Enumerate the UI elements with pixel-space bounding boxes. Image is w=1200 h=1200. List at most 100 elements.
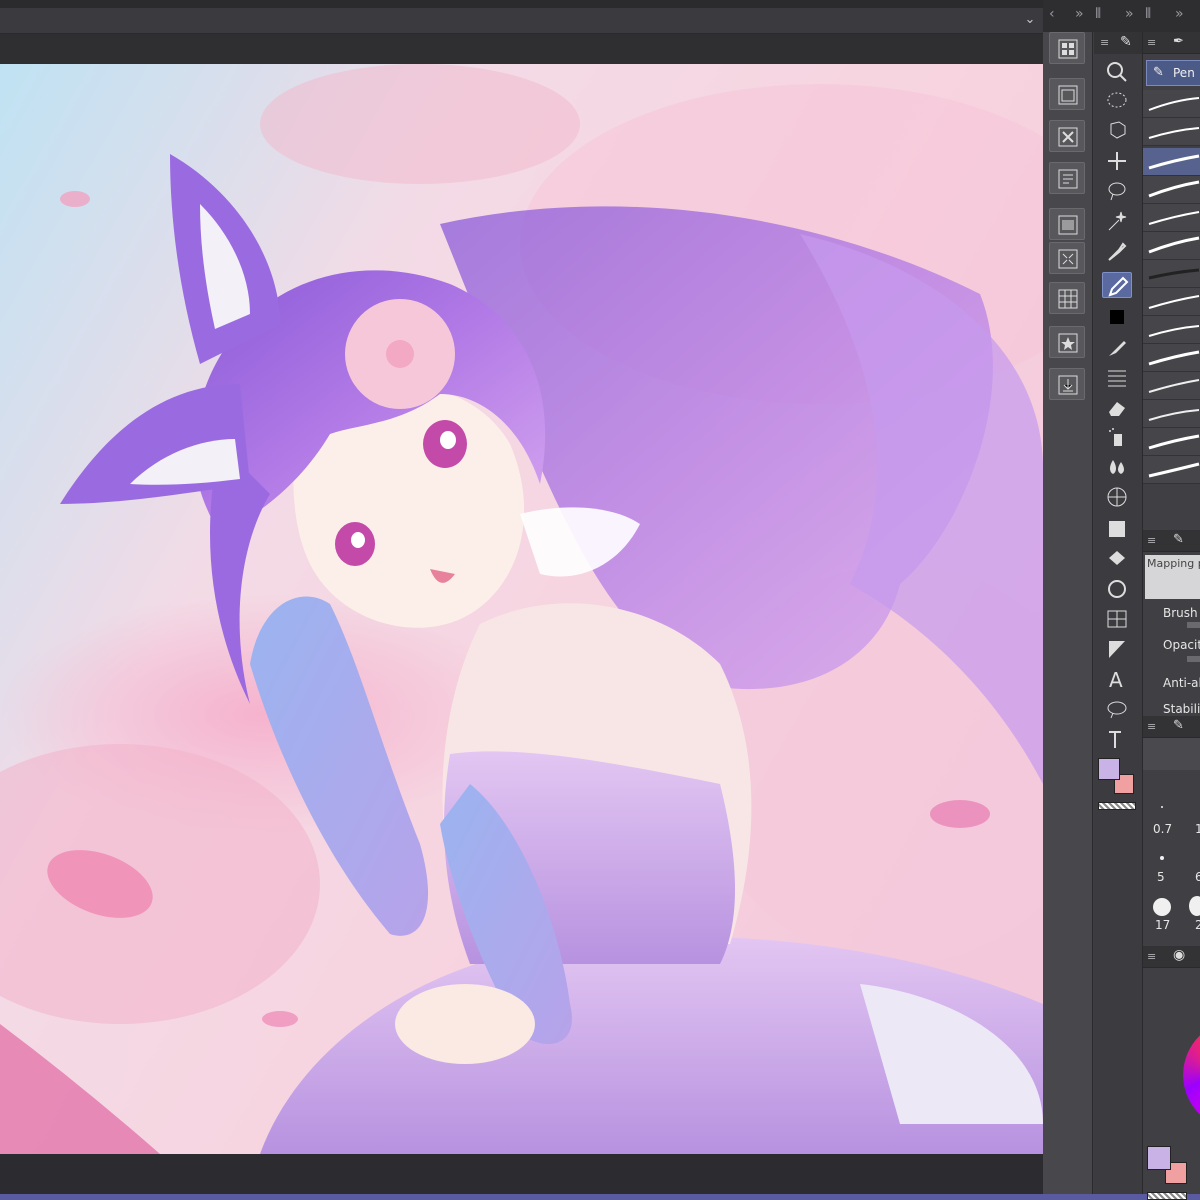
resize-icon[interactable] — [1049, 242, 1085, 274]
brush-size-slider[interactable] — [1187, 622, 1200, 628]
close-icon[interactable] — [1049, 120, 1085, 152]
title-strip — [0, 0, 1043, 8]
size-label-5: 5 — [1157, 870, 1165, 884]
perspective-icon[interactable] — [1102, 484, 1132, 510]
mapping-label: Mapping p — [1147, 557, 1200, 570]
brush-preset-1[interactable] — [1143, 90, 1200, 118]
balloon-icon[interactable] — [1102, 696, 1132, 722]
color-wheel[interactable] — [1183, 1020, 1200, 1130]
canvas-top-bar — [0, 34, 1043, 64]
stabilization-label: Stabiliz — [1163, 702, 1200, 716]
grid-icon[interactable] — [1049, 282, 1085, 314]
menu-icon[interactable]: ≡ — [1147, 36, 1156, 49]
menu-icon[interactable]: ≡ — [1147, 534, 1156, 547]
size-label-2: 2 — [1195, 918, 1200, 932]
size-label-17: 17 — [1155, 918, 1171, 932]
command-bar — [1043, 32, 1093, 1194]
canvas-tab-header: ⌄ — [0, 8, 1043, 34]
brush-size-label: Brush — [1163, 606, 1198, 620]
size-label-6: 6 — [1195, 870, 1200, 884]
pen-icon[interactable] — [1102, 272, 1132, 298]
brush-icon: ✎ — [1120, 34, 1132, 50]
size-label-1: 1 — [1195, 822, 1200, 836]
brush-preset-11[interactable] — [1143, 372, 1200, 400]
sub-tool-tab-label: Pen — [1173, 66, 1195, 80]
brush-preset-7[interactable] — [1143, 260, 1200, 288]
brush-preset-2[interactable] — [1143, 118, 1200, 146]
wrench-icon: ✎ — [1173, 532, 1184, 547]
chevron-down-icon[interactable]: ⌄ — [1021, 11, 1039, 29]
clip-studio-window: ⌄ ‹ » ⦀ » ⦀ » ≡ ✎ A ≡ ✒ ✎ Pen ≡ ✎ Mappin… — [0, 0, 1200, 1200]
brush-icon[interactable] — [1102, 334, 1132, 360]
double-chevron-right-icon[interactable]: » — [1175, 6, 1184, 22]
size-dot-0-7[interactable] — [1161, 806, 1163, 808]
pen-icon: ✎ — [1173, 718, 1184, 733]
open-icon[interactable] — [1049, 78, 1085, 110]
transparent-color-chip[interactable] — [1098, 802, 1136, 810]
color-icon[interactable] — [1102, 304, 1132, 330]
line-icon[interactable] — [1102, 364, 1132, 390]
object-icon[interactable] — [1102, 118, 1132, 144]
size-label-0-7: 0.7 — [1153, 822, 1173, 836]
sub-tool-panels: ≡ ✒ ✎ Pen ≡ ✎ Mapping p Brush Opacit Ant… — [1142, 32, 1200, 1200]
fill-icon[interactable] — [1102, 546, 1132, 572]
double-chevron-right-icon[interactable]: » — [1125, 6, 1134, 22]
ruler-icon[interactable] — [1102, 636, 1132, 662]
sub-tool-tab-pen[interactable]: ✎ Pen — [1146, 60, 1200, 86]
canvas-area[interactable] — [0, 64, 1043, 1154]
opacity-label: Opacit — [1163, 638, 1200, 652]
sub-tool-header: ≡ ✒ — [1143, 32, 1200, 54]
favorite-icon[interactable] — [1049, 326, 1085, 358]
frame-icon[interactable] — [1102, 606, 1132, 632]
brush-preset-5[interactable] — [1143, 204, 1200, 232]
pen-group-icon: ✒ — [1173, 34, 1184, 49]
text-icon[interactable]: A — [1102, 666, 1132, 692]
pen-icon: ✎ — [1153, 65, 1164, 80]
brush-preset-9[interactable] — [1143, 316, 1200, 344]
eraser-icon[interactable] — [1102, 394, 1132, 420]
dock-header: ‹ » ⦀ » ⦀ » — [1043, 0, 1200, 32]
brush-preset-13[interactable] — [1143, 428, 1200, 456]
anti-alias-label: Anti-ali — [1163, 676, 1200, 690]
blend-icon[interactable] — [1102, 454, 1132, 480]
new-icon[interactable] — [1049, 32, 1085, 64]
brush-preset-14[interactable] — [1143, 456, 1200, 484]
main-color-swatch[interactable] — [1147, 1146, 1171, 1170]
layer-icon[interactable] — [1049, 208, 1085, 240]
brush-preset-10[interactable] — [1143, 344, 1200, 372]
mapping-preview[interactable]: Mapping p — [1145, 555, 1200, 599]
grip-icon: ⦀ — [1095, 6, 1102, 22]
grip-icon: ⦀ — [1145, 6, 1152, 22]
lasso-select-icon[interactable] — [1102, 88, 1132, 114]
size-dot-17[interactable] — [1153, 898, 1171, 916]
brush-preset-12[interactable] — [1143, 400, 1200, 428]
main-color-swatch[interactable] — [1098, 758, 1120, 780]
brush-preset-4[interactable] — [1143, 176, 1200, 204]
double-chevron-right-icon[interactable]: » — [1075, 6, 1084, 22]
correct-line-icon[interactable] — [1102, 726, 1132, 752]
tool-property-header: ≡ ✎ — [1143, 530, 1200, 552]
spray-icon[interactable] — [1102, 424, 1132, 450]
size-dot-5[interactable] — [1160, 856, 1164, 860]
move-icon[interactable] — [1102, 148, 1132, 174]
selection-icon[interactable] — [1102, 178, 1132, 204]
eyedropper-icon[interactable] — [1102, 238, 1132, 264]
brush-preset-6[interactable] — [1143, 232, 1200, 260]
zoom-icon[interactable] — [1102, 58, 1132, 84]
contour-icon[interactable] — [1102, 576, 1132, 602]
menu-icon[interactable]: ≡ — [1147, 950, 1156, 963]
size-dot-20[interactable] — [1189, 896, 1200, 916]
menu-icon[interactable]: ≡ — [1147, 720, 1156, 733]
chevron-left-icon[interactable]: ‹ — [1049, 6, 1055, 22]
brush-preset-3[interactable] — [1143, 148, 1200, 176]
brush-size-toolbar — [1143, 738, 1200, 770]
brush-preset-8[interactable] — [1143, 288, 1200, 316]
auto-select-icon[interactable] — [1102, 208, 1132, 234]
taskbar-strip — [0, 1194, 1200, 1200]
menu-icon[interactable]: ≡ — [1100, 36, 1109, 49]
export-icon[interactable] — [1049, 368, 1085, 400]
opacity-slider[interactable] — [1187, 656, 1200, 662]
save-icon[interactable] — [1049, 162, 1085, 194]
transparent-color-chip[interactable] — [1147, 1192, 1187, 1200]
gradient-icon[interactable] — [1102, 516, 1132, 542]
